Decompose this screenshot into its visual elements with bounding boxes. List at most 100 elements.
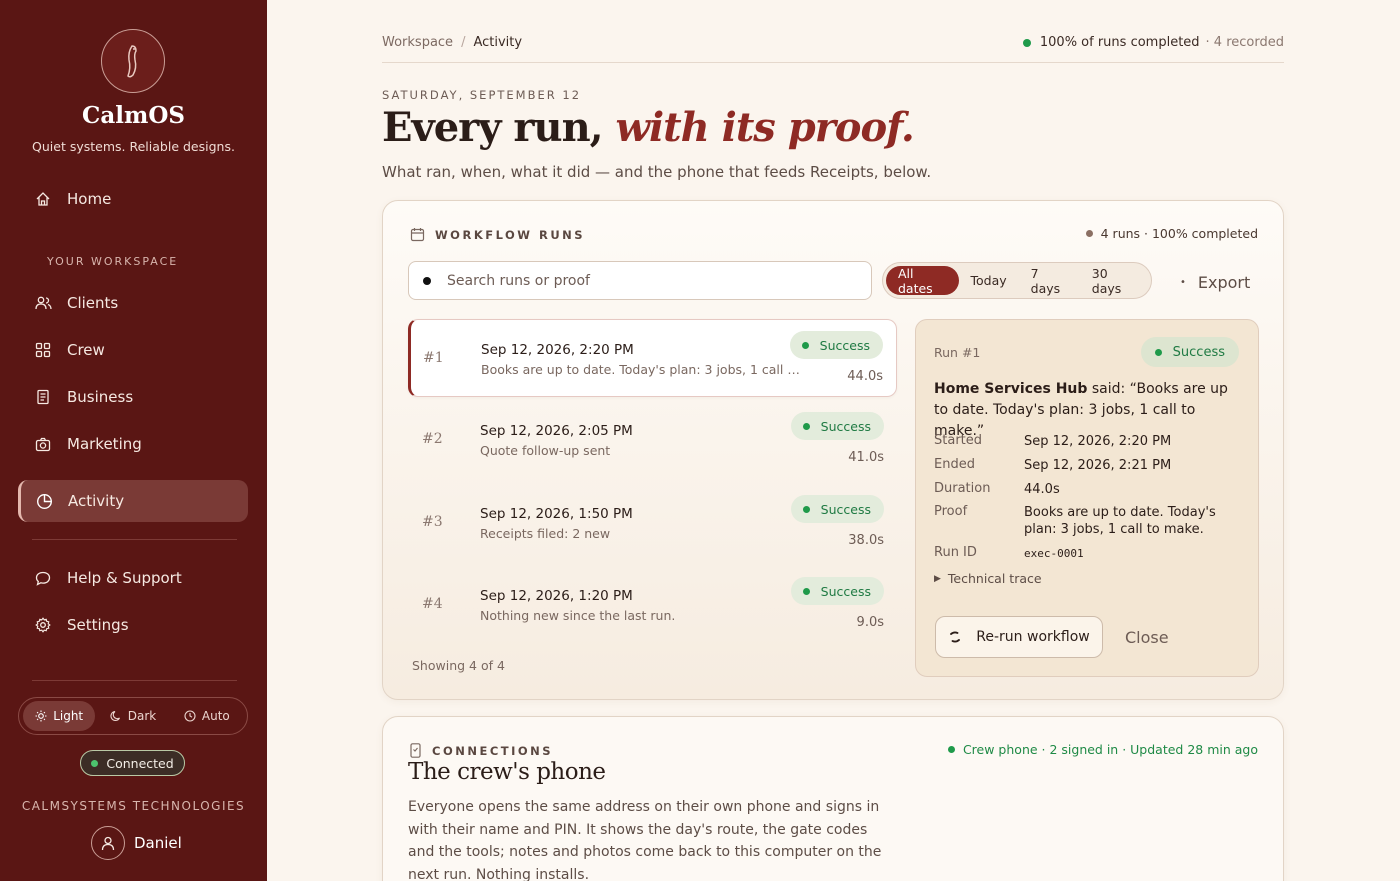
nav-business-label: Business [67, 388, 134, 406]
run-date: Sep 12, 2026, 2:20 PM [481, 342, 634, 358]
filter-today[interactable]: Today [959, 266, 1019, 295]
user-name[interactable]: Daniel [134, 834, 182, 852]
workflow-runs-title: WORKFLOW RUNS [410, 227, 585, 242]
workflow-runs-summary: 4 runs · 100% completed [1085, 226, 1258, 241]
run-number: #4 [422, 596, 443, 612]
page-title-plain: Every run, [382, 104, 616, 151]
run-duration: 38.0s [848, 533, 884, 548]
phone-icon [410, 743, 421, 758]
summary-dot [1085, 230, 1093, 237]
run-detail-panel: Run #1 Success Home Services Hub said: “… [915, 319, 1259, 677]
nav-activity[interactable]: Activity [18, 480, 248, 522]
run-number: #1 [423, 350, 444, 366]
nav-clients[interactable]: Clients [18, 282, 248, 324]
detail-started-value: Sep 12, 2026, 2:20 PM [1024, 434, 1172, 449]
detail-status-badge: Success [1140, 337, 1239, 367]
status-dot [802, 505, 810, 513]
search-placeholder: Search runs or proof [447, 272, 590, 289]
brand-name: CalmOS [82, 102, 185, 129]
connections-label: CONNECTIONS [410, 743, 553, 758]
nav-clients-label: Clients [67, 294, 119, 312]
run-row[interactable]: #2 Sep 12, 2026, 2:05 PM Quote follow-up… [408, 401, 897, 479]
nav-marketing[interactable]: Marketing [18, 423, 248, 465]
home-icon [34, 190, 52, 208]
theme-dark-button[interactable]: Dark [95, 701, 170, 731]
sidebar: CalmOS Quiet systems. Reliable designs. … [0, 0, 267, 881]
nav-settings-label: Settings [67, 616, 129, 634]
detail-status-label: Success [1172, 344, 1225, 360]
status-dot [801, 341, 809, 349]
theme-toggle: Light Dark Auto [18, 697, 248, 735]
crew-phone-status-text: Crew phone · 2 signed in · Updated 28 mi… [962, 742, 1258, 757]
status-badge-label: Success [820, 583, 871, 599]
grid-icon [34, 341, 52, 359]
run-row[interactable]: #4 Sep 12, 2026, 1:20 PM Nothing new sin… [408, 566, 897, 644]
run-row[interactable]: #1 Sep 12, 2026, 2:20 PM Books are up to… [408, 319, 897, 397]
user-avatar-icon[interactable] [91, 826, 125, 860]
sun-icon [35, 710, 47, 722]
nav-home-label: Home [67, 190, 112, 208]
filter-all-dates[interactable]: All dates [886, 266, 959, 296]
theme-dark-label: Dark [127, 709, 157, 723]
detail-run-label: Run #1 [934, 345, 981, 360]
nav-activity-label: Activity [68, 492, 125, 510]
status-dot [802, 587, 810, 595]
rerun-workflow-label: Re-run workflow [976, 629, 1090, 645]
penguin-logo-icon [101, 29, 165, 93]
calendar-icon [410, 227, 425, 242]
breadcrumb: Workspace / Activity [382, 35, 522, 50]
detail-ended-label: Ended [934, 457, 975, 472]
run-description: Quote follow-up sent [480, 443, 611, 458]
company-name: CALMSYSTEMS TECHNOLOGIES [21, 799, 246, 813]
document-icon [34, 388, 52, 406]
status-badge: Success [789, 331, 883, 359]
connections-card: CONNECTIONS Crew phone · 2 signed in · U… [382, 716, 1284, 881]
crew-phone-status: Crew phone · 2 signed in · Updated 28 mi… [947, 742, 1258, 757]
nav-help-label: Help & Support [67, 569, 182, 587]
run-duration: 44.0s [847, 369, 883, 384]
run-row[interactable]: #3 Sep 12, 2026, 1:50 PM Receipts filed:… [408, 484, 897, 562]
filter-7-days[interactable]: 7 days [1019, 266, 1080, 296]
rerun-workflow-button[interactable]: Re-run workflow [935, 616, 1103, 658]
theme-light-button[interactable]: Light [23, 701, 96, 731]
workflow-runs-title-text: WORKFLOW RUNS [435, 227, 586, 242]
detail-runid-value: exec-0001 [1024, 547, 1084, 560]
technical-trace-label: Technical trace [947, 571, 1042, 586]
breadcrumb-current: Activity [473, 35, 523, 50]
run-completion-status: 100% of runs completed · 4 recorded [1022, 35, 1284, 50]
export-button[interactable]: • Export [1180, 273, 1250, 292]
status-dot [91, 759, 99, 767]
date-label: SATURDAY, SEPTEMBER 12 [382, 88, 582, 102]
brand-tagline: Quiet systems. Reliable designs. [32, 139, 235, 154]
nav-business[interactable]: Business [18, 376, 248, 418]
nav-crew[interactable]: Crew [18, 329, 248, 371]
theme-auto-label: Auto [201, 709, 230, 723]
workflow-runs-card: WORKFLOW RUNS 4 runs · 100% completed Se… [382, 200, 1284, 700]
status-badge: Success [790, 577, 884, 605]
run-description: Books are up to date. Today's plan: 3 jo… [481, 362, 801, 377]
breadcrumb-workspace[interactable]: Workspace [382, 35, 453, 50]
nav-home[interactable]: Home [18, 178, 248, 220]
pie-chart-icon [35, 492, 53, 510]
workflow-runs-summary-text: 4 runs · 100% completed [1100, 226, 1258, 241]
status-badge-label: Success [819, 337, 870, 353]
page-title: Every run, with its proof. [382, 104, 915, 151]
theme-auto-button[interactable]: Auto [171, 701, 243, 731]
refresh-icon [948, 630, 962, 644]
workspace-section-label: YOUR WORKSPACE [47, 255, 179, 268]
technical-trace-toggle[interactable]: ▶ Technical trace [934, 571, 1042, 586]
status-badge-label: Success [820, 501, 871, 517]
detail-proof-value: Books are up to date. Today's plan: 3 jo… [1024, 505, 1216, 537]
run-date: Sep 12, 2026, 1:50 PM [480, 506, 633, 522]
camera-icon [34, 435, 52, 453]
connection-status-badge: Connected [80, 750, 185, 776]
nav-help[interactable]: Help & Support [18, 557, 248, 599]
search-input[interactable]: Search runs or proof [408, 261, 872, 300]
status-badge: Success [790, 412, 884, 440]
close-button[interactable]: Close [1125, 628, 1169, 647]
filter-30-days[interactable]: 30 days [1080, 266, 1148, 296]
page-title-emphasis: with its proof. [615, 104, 915, 151]
nav-settings[interactable]: Settings [18, 604, 248, 646]
connection-status-label: Connected [106, 755, 174, 771]
detail-duration-label: Duration [934, 481, 991, 496]
